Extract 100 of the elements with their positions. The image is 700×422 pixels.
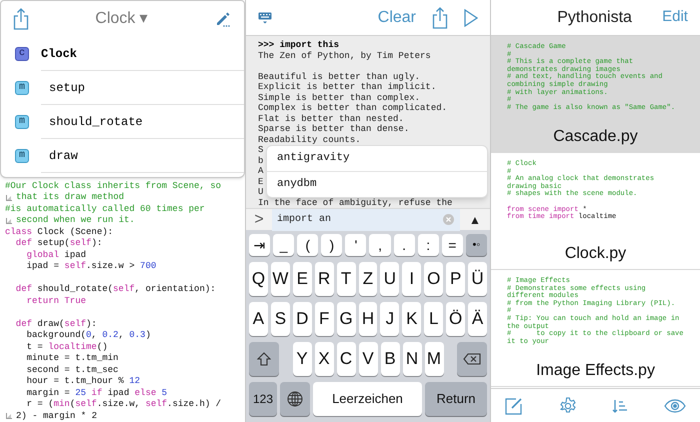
key[interactable]: Z — [358, 262, 378, 296]
outline-item[interactable]: setup — [41, 71, 244, 105]
key[interactable]: F — [314, 302, 334, 336]
console-output: Simple is better than complex. — [258, 92, 420, 102]
delete-key[interactable] — [457, 342, 487, 376]
method-badge: m — [15, 81, 29, 95]
code-line: class Clock (Scene): — [5, 226, 114, 238]
eye-icon[interactable] — [664, 398, 686, 412]
outline-item[interactable]: should_rotate — [41, 105, 244, 139]
globe-key[interactable] — [280, 382, 310, 416]
prompt-symbol: > — [253, 212, 265, 228]
code-line: def draw(self): — [14, 318, 97, 330]
key[interactable]: N — [402, 342, 422, 376]
console-output: In the face of ambiguity, refuse the — [258, 198, 452, 208]
outline-item[interactable]: draw — [41, 139, 244, 173]
toggle-key[interactable]: •◦ — [466, 234, 487, 256]
key[interactable]: Ö — [446, 302, 466, 336]
console-output: Flat is better than nested. — [258, 114, 404, 124]
numbers-key[interactable]: 123 — [249, 382, 277, 416]
key[interactable]: J — [380, 302, 400, 336]
console-input-field[interactable]: import an — [272, 208, 460, 230]
method-badge: m — [15, 115, 29, 129]
key[interactable]: _ — [273, 234, 294, 256]
code-line: #is automatically called 60 times per — [5, 204, 205, 215]
code-line: that its draw method — [16, 192, 124, 204]
key[interactable]: S — [270, 302, 290, 336]
key[interactable]: . — [394, 234, 415, 256]
method-badge: m — [15, 149, 29, 163]
key[interactable]: B — [380, 342, 400, 376]
key[interactable]: , — [369, 234, 391, 256]
key[interactable]: I — [402, 262, 422, 296]
key[interactable]: L — [424, 302, 444, 336]
key[interactable]: D — [292, 302, 312, 336]
key[interactable]: C — [336, 342, 356, 376]
share-icon[interactable] — [432, 6, 448, 28]
key[interactable]: V — [358, 342, 378, 376]
code-line: second = t.tm_sec — [26, 364, 118, 376]
key[interactable]: ⇥ — [249, 234, 270, 256]
console-output: Readability counts. — [258, 134, 361, 144]
code-line: #Our Clock class inherits from Scene, so — [5, 180, 222, 192]
key[interactable]: M — [424, 342, 444, 376]
play-icon[interactable] — [464, 8, 478, 26]
key[interactable]: U — [380, 262, 400, 296]
key[interactable]: T — [336, 262, 356, 296]
key[interactable]: Ä — [468, 302, 487, 336]
key[interactable]: K — [402, 302, 422, 336]
key[interactable]: X — [314, 342, 334, 376]
new-file-icon[interactable] — [505, 396, 523, 414]
key[interactable]: Ü — [468, 262, 487, 296]
class-badge: c — [15, 47, 29, 61]
wrap-marker-icon — [6, 194, 12, 201]
code-line: hour = t.tm_hour % 12 — [26, 376, 140, 388]
code-line: second when we run it. — [16, 215, 135, 226]
shift-icon — [257, 352, 271, 366]
console-output: Sparse is better than dense. — [258, 124, 410, 134]
console-output: The Zen of Python, by Tim Peters — [258, 50, 431, 60]
sort-icon[interactable] — [612, 398, 628, 414]
key[interactable]: ( — [297, 234, 318, 256]
code-line: margin = 25 if ipad else 5 — [26, 388, 168, 399]
wrap-marker-icon — [6, 218, 12, 224]
key[interactable]: : — [418, 234, 439, 256]
code-line: global ipad — [26, 250, 86, 261]
key[interactable]: Q — [249, 262, 268, 296]
key[interactable]: A — [249, 302, 268, 336]
console-output: Beautiful is better than ugly. — [258, 72, 420, 82]
console-command: >>> import this — [258, 40, 340, 50]
key[interactable]: H — [358, 302, 378, 336]
completion-item[interactable]: antigravity — [267, 146, 487, 172]
completion-item[interactable]: anydbm — [267, 171, 487, 197]
console-output: Explicit is better than implicit. — [258, 82, 436, 92]
key[interactable]: G — [336, 302, 356, 336]
file-name: Image Effects.py — [535, 361, 656, 381]
history-button[interactable]: ▲ — [460, 210, 490, 228]
settings-icon[interactable] — [558, 396, 577, 414]
key[interactable]: Y — [292, 342, 312, 376]
globe-icon — [287, 391, 303, 407]
key[interactable]: R — [314, 262, 334, 296]
return-key[interactable]: Return — [425, 382, 487, 416]
key[interactable]: ' — [345, 234, 366, 256]
file-title[interactable]: Clock ▾ — [95, 7, 148, 31]
key[interactable]: ) — [321, 234, 342, 256]
code-line: background(0, 0.2, 0.3) — [26, 330, 151, 342]
code-line: def setup(self): — [14, 238, 102, 250]
keyboard-icon[interactable] — [258, 12, 272, 24]
file-card[interactable] — [491, 36, 700, 153]
console-output: S — [258, 145, 264, 155]
key[interactable]: = — [442, 234, 463, 256]
file-name: Cascade.py — [552, 127, 639, 147]
key[interactable]: O — [424, 262, 444, 296]
clear-icon[interactable] — [443, 214, 454, 225]
key[interactable]: W — [270, 262, 290, 296]
key[interactable]: P — [446, 262, 466, 296]
outline-item[interactable]: Clock — [41, 37, 244, 71]
console-output: A — [258, 166, 264, 176]
library-title: Pythonista — [557, 8, 632, 28]
share-icon[interactable] — [13, 8, 29, 30]
console-output: b — [258, 156, 264, 166]
shift-key[interactable] — [249, 342, 279, 376]
key[interactable]: E — [292, 262, 312, 296]
space-bar[interactable]: Leerzeichen — [313, 382, 422, 416]
